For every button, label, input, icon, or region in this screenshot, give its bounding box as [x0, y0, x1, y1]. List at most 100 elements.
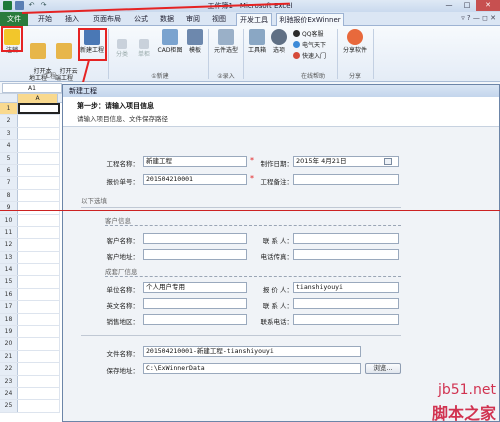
tab-file[interactable]: 文件 [0, 12, 28, 26]
cell[interactable] [18, 326, 60, 338]
ribbon-help-controls[interactable]: ▿ ? — ◻ ✕ [461, 14, 496, 22]
cell[interactable] [18, 140, 60, 152]
row[interactable]: 25 [0, 400, 60, 413]
cell[interactable] [18, 338, 60, 350]
row[interactable]: 10 [0, 214, 60, 227]
cell[interactable] [18, 301, 60, 313]
cell[interactable] [18, 226, 60, 239]
row-number[interactable]: 2 [0, 115, 18, 127]
row-number[interactable]: 8 [0, 189, 18, 202]
cell[interactable] [18, 375, 60, 387]
row-number[interactable]: 23 [0, 375, 18, 387]
row[interactable]: 13 [0, 251, 60, 265]
project-name-input[interactable]: 新建工程 [143, 156, 247, 167]
row-number[interactable]: 1 [0, 103, 18, 115]
toolbox-button[interactable]: 工具箱 [246, 29, 268, 54]
cell[interactable] [18, 115, 60, 127]
options-button[interactable]: 选项 [270, 29, 288, 54]
tab-review[interactable]: 审阅 [182, 13, 204, 26]
cell[interactable] [18, 363, 60, 375]
row[interactable]: 22 [0, 363, 60, 376]
row[interactable]: 1 [0, 103, 60, 116]
quoter-input[interactable]: tianshiyouyi [293, 282, 399, 293]
row-number[interactable]: 16 [0, 288, 18, 301]
phone-fax-input[interactable] [293, 249, 399, 260]
row[interactable]: 12 [0, 239, 60, 252]
browse-button[interactable]: 浏览... [365, 363, 401, 374]
column-a-header[interactable]: A [18, 94, 58, 103]
row-number[interactable]: 7 [0, 177, 18, 189]
row-number[interactable]: 22 [0, 363, 18, 375]
row-number[interactable]: 18 [0, 313, 18, 326]
row-number[interactable]: 3 [0, 127, 18, 140]
tab-formulas[interactable]: 公式 [130, 13, 152, 26]
open-cloud-project-button[interactable]: 打开云 端工程 [52, 29, 78, 89]
row[interactable]: 24 [0, 387, 60, 401]
minimize-button[interactable]: — [440, 0, 458, 11]
single-cabinet-button[interactable]: 单柜 [134, 39, 154, 58]
row-number[interactable]: 24 [0, 387, 18, 400]
qq-service-button[interactable]: QQ客服 [293, 29, 323, 38]
cell-a1[interactable] [18, 103, 60, 115]
row-number[interactable]: 12 [0, 239, 18, 251]
calendar-icon[interactable] [384, 158, 392, 165]
row-number[interactable]: 5 [0, 152, 18, 164]
row-number[interactable]: 6 [0, 164, 18, 177]
cell[interactable] [18, 400, 60, 412]
tab-page-layout[interactable]: 页面布局 [88, 13, 126, 26]
component-select-button[interactable]: 元件选型 [212, 29, 240, 54]
electric-world-button[interactable]: 电气天下 [293, 40, 326, 49]
row-number[interactable]: 20 [0, 338, 18, 350]
row-number[interactable]: 21 [0, 350, 18, 363]
row[interactable]: 2 [0, 115, 60, 128]
maximize-button[interactable]: □ [458, 0, 476, 11]
row-number[interactable]: 19 [0, 326, 18, 338]
row-number[interactable]: 15 [0, 276, 18, 288]
cell[interactable] [18, 152, 60, 164]
row[interactable]: 23 [0, 375, 60, 388]
sheet-grid[interactable]: 1 2 3 4 5 6 7 8 9 10 11 12 13 14 15 16 1… [0, 103, 60, 413]
cell[interactable] [18, 127, 60, 140]
save-path-input[interactable]: C:\ExWinnerData [143, 363, 361, 374]
cell[interactable] [18, 264, 60, 276]
row[interactable]: 7 [0, 177, 60, 190]
unit-name-input[interactable]: 个人用户专用 [143, 282, 247, 293]
quick-start-button[interactable]: 快速入门 [293, 51, 326, 60]
cad-drawing-button[interactable]: CAD柜图 [156, 29, 184, 54]
contact-input[interactable] [293, 233, 399, 244]
maker-contact-input[interactable] [293, 298, 399, 309]
cell[interactable] [18, 251, 60, 264]
open-local-project-button[interactable]: 打开本 地工程 [26, 29, 52, 89]
row[interactable]: 14 [0, 264, 60, 277]
customer-address-input[interactable] [143, 249, 247, 260]
cell[interactable] [18, 189, 60, 202]
row[interactable]: 5 [0, 152, 60, 165]
row[interactable]: 16 [0, 288, 60, 302]
english-name-input[interactable] [143, 298, 247, 309]
file-name-input[interactable]: 201504210001-新建工程-tianshiyouyi [143, 346, 361, 357]
row[interactable]: 17 [0, 301, 60, 314]
row[interactable]: 18 [0, 313, 60, 327]
sales-region-input[interactable] [143, 314, 247, 325]
cell[interactable] [18, 313, 60, 326]
row[interactable]: 8 [0, 189, 60, 203]
cell[interactable] [18, 239, 60, 251]
row-number[interactable]: 25 [0, 400, 18, 412]
tab-insert[interactable]: 插入 [60, 13, 84, 26]
cell[interactable] [18, 288, 60, 301]
tab-home[interactable]: 开始 [32, 13, 58, 26]
close-button[interactable]: ✕ [476, 0, 500, 11]
row[interactable]: 9 [0, 202, 60, 215]
tab-data[interactable]: 数据 [156, 13, 178, 26]
category-button[interactable]: 分类 [112, 39, 132, 58]
row[interactable]: 20 [0, 338, 60, 351]
cell[interactable] [18, 177, 60, 189]
tab-exwinner[interactable]: 利驰报价ExWinner [276, 13, 344, 26]
cell[interactable] [18, 276, 60, 288]
row[interactable]: 19 [0, 326, 60, 339]
row[interactable]: 21 [0, 350, 60, 364]
template-button[interactable]: 模板 [186, 29, 204, 54]
tab-view[interactable]: 视图 [208, 13, 230, 26]
row-number[interactable]: 13 [0, 251, 18, 264]
row[interactable]: 15 [0, 276, 60, 289]
